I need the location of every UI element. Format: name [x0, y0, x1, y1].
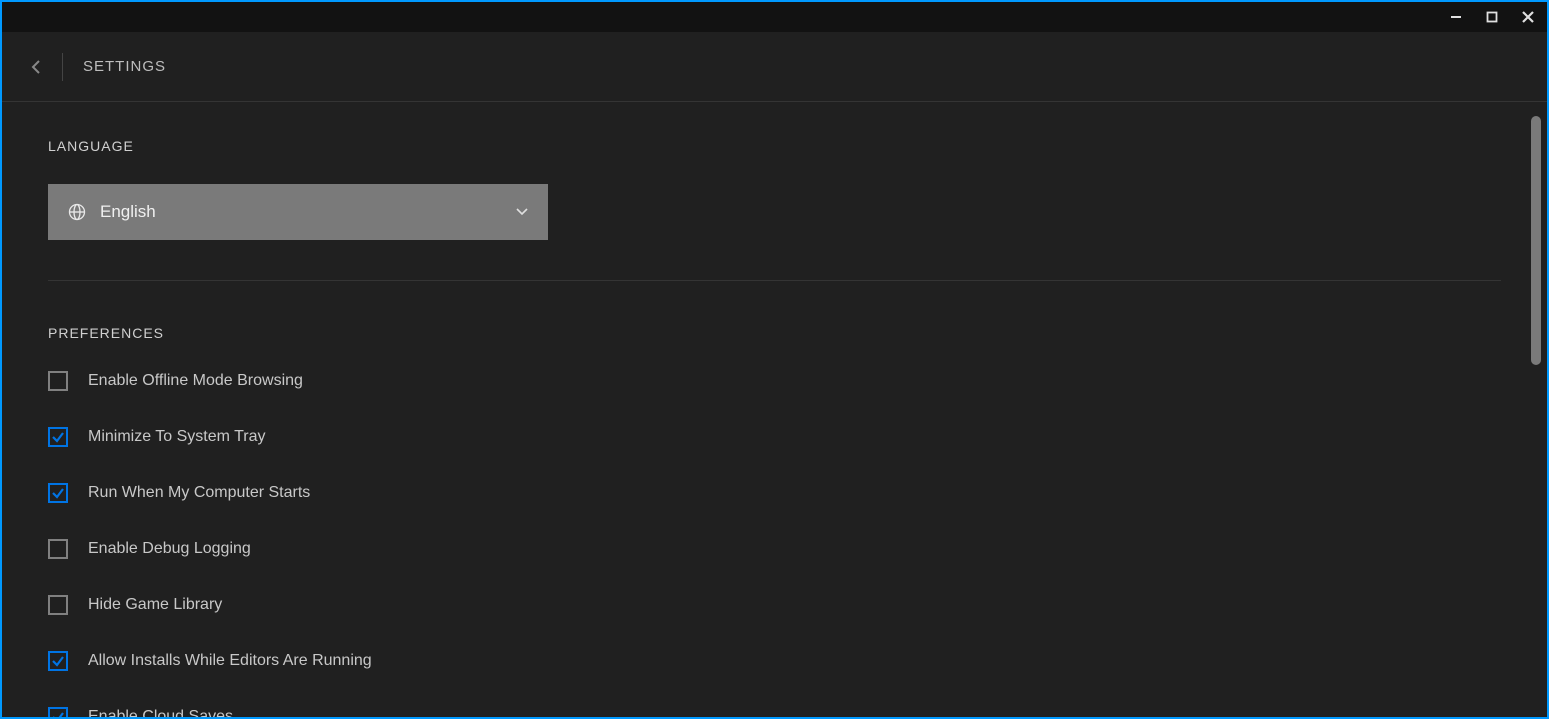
preference-row[interactable]: Enable Debug Logging: [48, 539, 1501, 559]
header: SETTINGS: [2, 32, 1547, 102]
preferences-list: Enable Offline Mode Browsing Minimize To …: [48, 371, 1501, 717]
language-selected-value: English: [100, 202, 516, 222]
check-icon: [51, 654, 65, 668]
close-button[interactable]: [1519, 8, 1537, 26]
preference-label: Minimize To System Tray: [88, 428, 266, 446]
maximize-icon: [1486, 11, 1498, 23]
back-button[interactable]: [24, 55, 48, 79]
minimize-button[interactable]: [1447, 8, 1465, 26]
language-dropdown[interactable]: English: [48, 184, 548, 240]
checkbox[interactable]: [48, 371, 68, 391]
preference-row[interactable]: Minimize To System Tray: [48, 427, 1501, 447]
preference-label: Hide Game Library: [88, 596, 222, 614]
chevron-left-icon: [31, 59, 41, 75]
globe-icon: [68, 203, 86, 221]
checkbox[interactable]: [48, 707, 68, 717]
section-divider: [48, 280, 1501, 281]
chevron-down-icon: [516, 208, 528, 216]
header-divider: [62, 53, 63, 81]
preference-row[interactable]: Enable Cloud Saves: [48, 707, 1501, 717]
language-section-title: LANGUAGE: [48, 138, 1501, 154]
minimize-icon: [1450, 11, 1462, 23]
scrollbar-track[interactable]: [1531, 116, 1541, 709]
check-icon: [51, 430, 65, 444]
checkbox[interactable]: [48, 595, 68, 615]
preference-label: Enable Cloud Saves: [88, 708, 233, 717]
check-icon: [51, 486, 65, 500]
checkbox[interactable]: [48, 651, 68, 671]
checkbox[interactable]: [48, 427, 68, 447]
content: LANGUAGE English PREFERENCES Enable Offl…: [2, 102, 1525, 717]
checkbox[interactable]: [48, 539, 68, 559]
preference-row[interactable]: Enable Offline Mode Browsing: [48, 371, 1501, 391]
preference-label: Enable Debug Logging: [88, 540, 251, 558]
close-icon: [1521, 10, 1535, 24]
content-wrapper: LANGUAGE English PREFERENCES Enable Offl…: [2, 102, 1547, 717]
titlebar-controls: [1447, 8, 1537, 26]
app-window: SETTINGS LANGUAGE English PREFERENCES En…: [2, 2, 1547, 717]
titlebar: [2, 2, 1547, 32]
preferences-section-title: PREFERENCES: [48, 325, 1501, 341]
preference-row[interactable]: Allow Installs While Editors Are Running: [48, 651, 1501, 671]
checkbox[interactable]: [48, 483, 68, 503]
page-title: SETTINGS: [83, 58, 166, 75]
maximize-button[interactable]: [1483, 8, 1501, 26]
check-icon: [51, 710, 65, 717]
scrollbar-thumb[interactable]: [1531, 116, 1541, 365]
preference-label: Allow Installs While Editors Are Running: [88, 652, 372, 670]
preference-label: Enable Offline Mode Browsing: [88, 372, 303, 390]
preference-row[interactable]: Run When My Computer Starts: [48, 483, 1501, 503]
preference-row[interactable]: Hide Game Library: [48, 595, 1501, 615]
preference-label: Run When My Computer Starts: [88, 484, 310, 502]
